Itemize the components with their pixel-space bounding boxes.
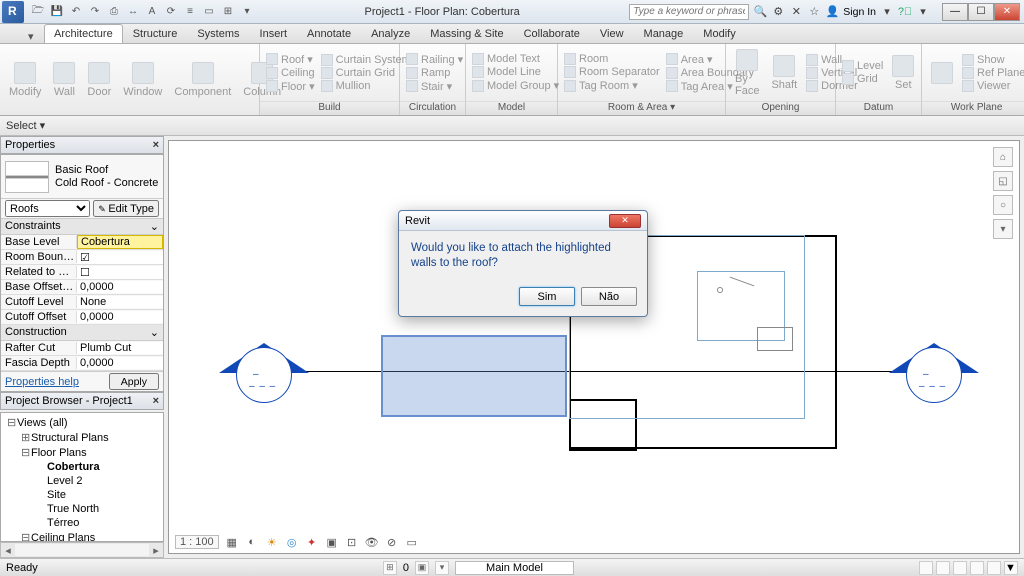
dialog-no-button[interactable]: Não — [581, 287, 637, 306]
dialog-close-icon[interactable]: ✕ — [609, 214, 641, 228]
dialog-yes-button[interactable]: Sim — [519, 287, 575, 306]
modal-overlay: Revit ✕ Would you like to attach the hig… — [0, 0, 1024, 576]
dialog-title: Revit — [405, 215, 430, 227]
attach-walls-dialog: Revit ✕ Would you like to attach the hig… — [398, 210, 648, 317]
dialog-titlebar[interactable]: Revit ✕ — [399, 211, 647, 231]
dialog-message: Would you like to attach the highlighted… — [399, 231, 647, 281]
